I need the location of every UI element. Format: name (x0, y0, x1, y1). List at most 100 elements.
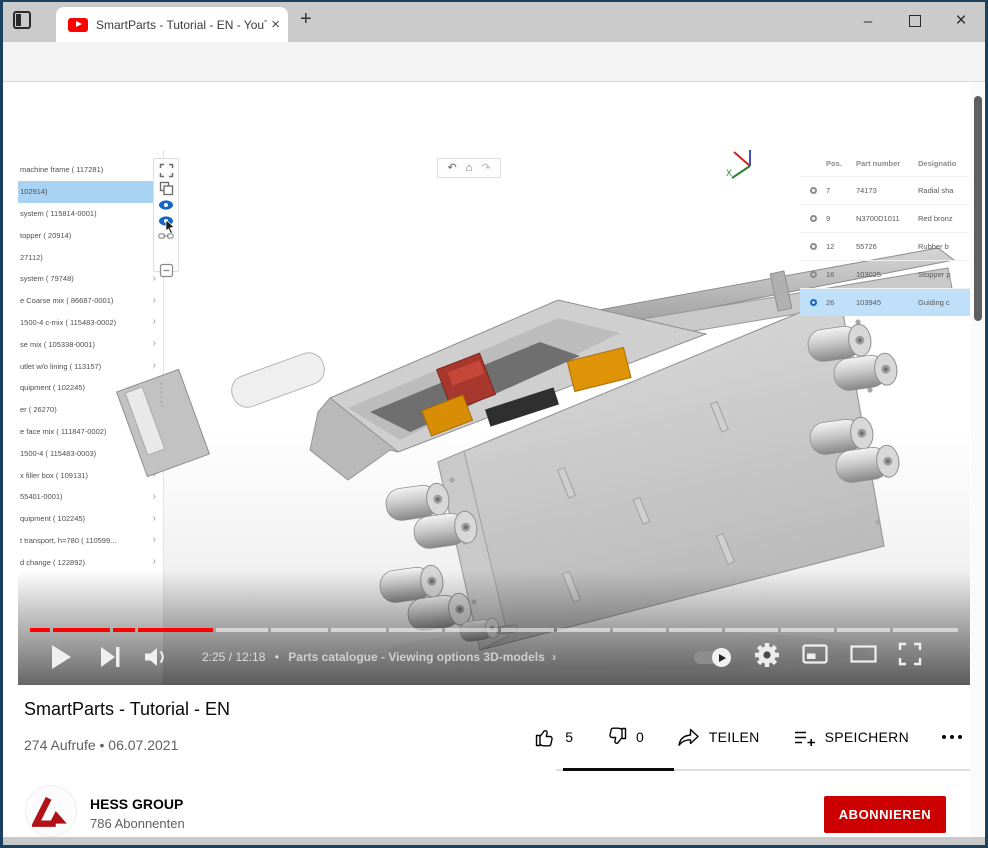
parts-table-cell: N3700D1011 (856, 214, 918, 223)
hess-logo-icon (32, 793, 70, 829)
parts-table-cell: 7 (826, 186, 856, 195)
progress-segment (837, 628, 890, 632)
part-row-gear-icon[interactable] (800, 215, 826, 222)
parts-table-row[interactable]: 9N3700D1011Red bronz (800, 204, 970, 232)
part-row-gear-icon[interactable] (800, 271, 826, 278)
parts-table-cell: 74173 (856, 186, 918, 195)
parts-table-row[interactable]: 1255726Rubber b (800, 232, 970, 260)
chapter-separator: • (275, 650, 279, 664)
progress-segment (331, 628, 386, 632)
dislike-button[interactable]: 0 (606, 727, 644, 747)
play-button[interactable] (50, 644, 72, 670)
playlist-add-icon (793, 728, 816, 747)
progress-segment (138, 628, 213, 632)
scrollbar-thumb[interactable] (974, 96, 982, 321)
progress-bar[interactable] (18, 628, 970, 633)
chapter-chevron-icon[interactable]: › (552, 650, 556, 664)
like-count: 5 (565, 729, 573, 745)
share-icon (677, 728, 700, 747)
parts-table-cell: 55726 (856, 242, 918, 251)
share-label: TEILEN (709, 729, 760, 745)
parts-table-header-cell: Pos. (826, 159, 856, 168)
progress-segment (113, 628, 135, 632)
time-chapter-display: 2:25 / 12:18 • Parts catalogue - Viewing… (202, 650, 556, 664)
progress-segment (216, 628, 268, 632)
link-parts-icon[interactable] (158, 231, 174, 241)
tab-actions-icon[interactable] (13, 11, 31, 29)
progress-segment (781, 628, 834, 632)
save-label: SPEICHERN (825, 729, 909, 745)
parts-table-header-cell: Designatio (918, 159, 970, 168)
miniplayer-button[interactable] (802, 644, 828, 664)
show-all-icon[interactable] (158, 199, 174, 211)
maximize-button[interactable] (900, 10, 930, 32)
parts-table-cell: Guiding c (918, 298, 970, 307)
window-border-left (0, 0, 3, 848)
parts-table-header-cell: Part number (856, 159, 918, 168)
progress-segment (53, 628, 110, 632)
theater-mode-button[interactable] (850, 645, 877, 663)
part-row-gear-icon[interactable] (800, 243, 826, 250)
tree-resize-handle[interactable] (160, 382, 164, 407)
video-player[interactable]: machine frame ( 117281)›102914)system ( … (18, 150, 970, 685)
progress-segment (893, 628, 958, 632)
browser-tab[interactable]: SmartParts - Tutorial - EN - YouT × (56, 7, 288, 42)
parts-table-row[interactable]: 26103945Guiding c (800, 288, 970, 316)
tab-close-icon[interactable]: × (271, 16, 280, 33)
parts-table-row[interactable]: 774173Radial sha (800, 176, 970, 204)
part-row-gear-icon[interactable] (800, 299, 826, 306)
autoplay-toggle[interactable] (694, 651, 727, 664)
progress-segment (669, 628, 722, 632)
channel-name[interactable]: HESS GROUP (90, 796, 183, 812)
next-button[interactable] (100, 644, 122, 670)
parts-table-cell: Radial sha (918, 186, 970, 195)
volume-button[interactable] (144, 646, 170, 668)
progress-segment (613, 628, 666, 632)
progress-segment (445, 628, 498, 632)
thumb-down-icon (606, 727, 627, 747)
view-history-toolbar: ↶ ⌂ ↷ (437, 158, 501, 178)
browser-titlebar: SmartParts - Tutorial - EN - YouT × + – … (0, 0, 988, 42)
more-actions-icon[interactable] (942, 735, 962, 739)
show-selected-icon[interactable] (158, 215, 174, 227)
video-actions: 5 0 TEILEN SPEICHERN (535, 727, 962, 747)
progress-segment (501, 628, 554, 632)
minimize-button[interactable]: – (853, 10, 883, 32)
part-row-gear-icon[interactable] (800, 187, 826, 194)
channel-subscribers: 786 Abonnenten (90, 816, 185, 831)
parts-table-cell: 26 (826, 298, 856, 307)
parts-table-cell: 12 (826, 242, 856, 251)
sentiment-bar-likes (563, 768, 674, 771)
settings-gear-icon[interactable] (752, 640, 782, 670)
subscribe-button[interactable]: ABONNIEREN (824, 796, 946, 833)
window-bottom-strip (0, 837, 988, 845)
fullscreen-button[interactable] (898, 642, 922, 666)
share-button[interactable]: TEILEN (677, 728, 760, 747)
time-display: 2:25 / 12:18 (202, 650, 265, 664)
window-border-top (0, 0, 988, 2)
browser-toolbar: https://www.youtube.com/watch?v=tvhTLA_D… (0, 42, 988, 82)
copy-view-icon[interactable] (158, 181, 174, 195)
parts-table-cell: 16 (826, 270, 856, 279)
page-scrollbar[interactable] (971, 83, 984, 837)
progress-segment (389, 628, 442, 632)
collapse-panel-icon[interactable] (158, 263, 174, 277)
parts-table-cell: 9 (826, 214, 856, 223)
parts-table-cell: Stopper p (918, 270, 970, 279)
parts-table-row[interactable]: 16103025Stopper p (800, 260, 970, 288)
close-button[interactable]: × (946, 10, 976, 32)
undo-icon[interactable]: ↶ (447, 163, 456, 174)
chapter-title[interactable]: Parts catalogue - Viewing options 3D-mod… (288, 650, 545, 664)
save-button[interactable]: SPEICHERN (793, 728, 909, 747)
youtube-header: YouTube DE ANMELDEN (0, 83, 985, 139)
redo-icon[interactable]: ↷ (481, 163, 490, 174)
new-tab-button[interactable]: + (300, 8, 312, 31)
svg-text:X: X (726, 168, 732, 178)
fit-view-icon[interactable] (158, 163, 174, 177)
channel-avatar[interactable] (26, 786, 76, 836)
home-view-icon[interactable]: ⌂ (466, 163, 473, 174)
progress-segment (271, 628, 328, 632)
like-button[interactable]: 5 (535, 727, 573, 747)
parts-table-cell: Rubber b (918, 242, 970, 251)
tab-title: SmartParts - Tutorial - EN - YouT (96, 18, 267, 32)
